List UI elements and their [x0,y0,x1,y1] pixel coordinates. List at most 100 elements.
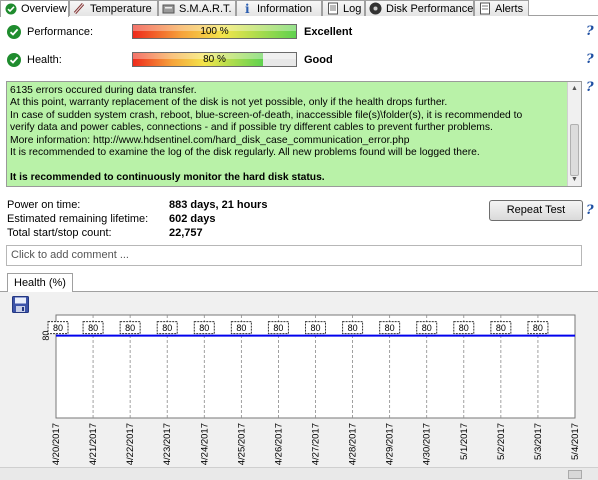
performance-label: Performance: [27,26,94,38]
power-on-value: 883 days, 21 hours [169,199,268,211]
x-tick-label: 5/2/2017 [496,423,507,460]
data-label: 80 [119,321,141,335]
data-label-text: 80 [199,323,209,333]
alerts-icon [478,2,491,15]
data-label: 80 [490,321,512,335]
x-tick-label: 4/23/2017 [162,423,173,465]
x-tick-label: 5/3/2017 [533,423,544,460]
smart-icon [162,2,175,15]
performance-value: 100 % [200,26,229,37]
tab-s-m-a-r-t[interactable]: S.M.A.R.T. [158,0,236,16]
data-label: 80 [342,321,364,335]
tab-temperature[interactable]: Temperature [69,0,158,16]
tab-log[interactable]: Log [322,0,365,16]
x-tick-label: 4/29/2017 [385,423,396,465]
data-label-text: 80 [273,323,283,333]
x-tick-label: 4/28/2017 [348,423,359,465]
tab-label: Disk Performance [386,2,474,15]
message-scroll-thumb[interactable] [570,124,579,176]
x-tick-label: 4/22/2017 [125,423,136,465]
message-help-icon[interactable]: ? [586,81,598,94]
health-ok-icon [7,53,21,67]
performance-bar: 100 % [132,24,297,39]
data-label-text: 80 [125,323,135,333]
data-label-text: 80 [236,323,246,333]
message-line: In case of sudden system crash, reboot, … [10,109,523,121]
performance-rating: Excellent [304,26,353,38]
data-label: 80 [267,321,289,335]
data-label: 80 [47,321,69,335]
info-icon: i [240,2,253,15]
scroll-up-arrow-icon[interactable]: ▲ [568,82,581,95]
data-label: 80 [230,321,252,335]
x-tick-label: 4/20/2017 [51,423,62,465]
data-label-text: 80 [53,323,63,333]
message-scrollbar[interactable]: ▲ ▼ [567,82,581,186]
performance-help-icon[interactable]: ? [586,25,598,38]
message-line: It is recommended to examine the log of … [10,147,480,159]
repeat-test-help-icon[interactable]: ? [586,204,598,217]
message-line: verify data and power cables, connection… [10,122,493,134]
lifetime-label: Estimated remaining lifetime: [7,213,149,225]
data-label-text: 80 [348,323,358,333]
data-label-text: 80 [88,323,98,333]
health-bar: 80 % [132,52,297,67]
comment-input[interactable]: Click to add comment ... [6,245,582,266]
disk-performance-icon [369,2,382,15]
data-label-text: 80 [310,323,320,333]
tab-label: S.M.A.R.T. [179,2,232,15]
status-message-text: 6135 errors occured during data transfer… [10,85,568,184]
x-tick-label: 4/26/2017 [273,423,284,465]
health-value: 80 % [203,54,226,65]
repeat-test-button[interactable]: Repeat Test [489,200,583,221]
data-label-text: 80 [162,323,172,333]
data-label: 80 [193,321,215,335]
power-on-label: Power on time: [7,199,81,211]
x-tick-label: 4/27/2017 [311,423,322,465]
tab-alerts[interactable]: Alerts [474,0,529,16]
overview-icon [4,3,17,16]
tab-label: Alerts [495,2,524,15]
tab-label: Temperature [90,2,152,15]
tab-health-chart[interactable]: Health (%) [7,273,73,292]
tab-disk-performance[interactable]: Disk Performance [365,0,474,16]
x-tick-label: 5/1/2017 [459,423,470,460]
x-tick-label: 4/21/2017 [88,423,99,465]
message-line: At this point, warranty replacement of t… [10,97,448,109]
data-label: 80 [416,321,438,335]
x-tick-label: 4/25/2017 [236,423,247,465]
tab-overview[interactable]: Overview [0,0,69,17]
health-chart: 8080 80 80 80 80 80 80 80 80 80 80 80 80 804/20/2017 4… [41,314,581,465]
log-icon [326,2,339,15]
message-line: 6135 errors occured during data transfer… [10,85,197,96]
health-rating: Good [304,54,333,66]
health-help-icon[interactable]: ? [586,53,598,66]
tab-label: Overview [21,3,67,15]
message-line: More information: http://www.hdsentinel.… [10,134,410,146]
data-label: 80 [527,321,549,335]
start-stop-label: Total start/stop count: [7,227,112,239]
data-label: 80 [82,321,104,335]
data-label-text: 80 [459,323,469,333]
message-bold-line: It is recommended to continuously monito… [10,171,325,183]
x-tick-label: 4/30/2017 [422,423,433,465]
data-label: 80 [156,321,178,335]
data-label-text: 80 [422,323,432,333]
data-label-text: 80 [385,323,395,333]
tab-information[interactable]: i Information [236,0,322,16]
scroll-down-arrow-icon[interactable]: ▼ [568,173,581,186]
data-label: 80 [305,321,326,335]
health-label: Health: [27,54,62,66]
data-label-text: 80 [533,323,543,333]
status-message-box[interactable]: 6135 errors occured during data transfer… [6,81,582,187]
performance-ok-icon [7,25,21,39]
chart-horizontal-scrollbar[interactable] [0,467,598,480]
data-label: 80 [379,321,401,335]
start-stop-value: 22,757 [169,227,203,239]
thermometer-icon [73,2,86,15]
x-tick-label: 4/24/2017 [199,423,210,465]
data-label-text: 80 [496,323,506,333]
tab-label: Log [343,2,362,15]
data-label: 80 [453,321,475,335]
chart-scroll-thumb[interactable] [568,470,582,479]
